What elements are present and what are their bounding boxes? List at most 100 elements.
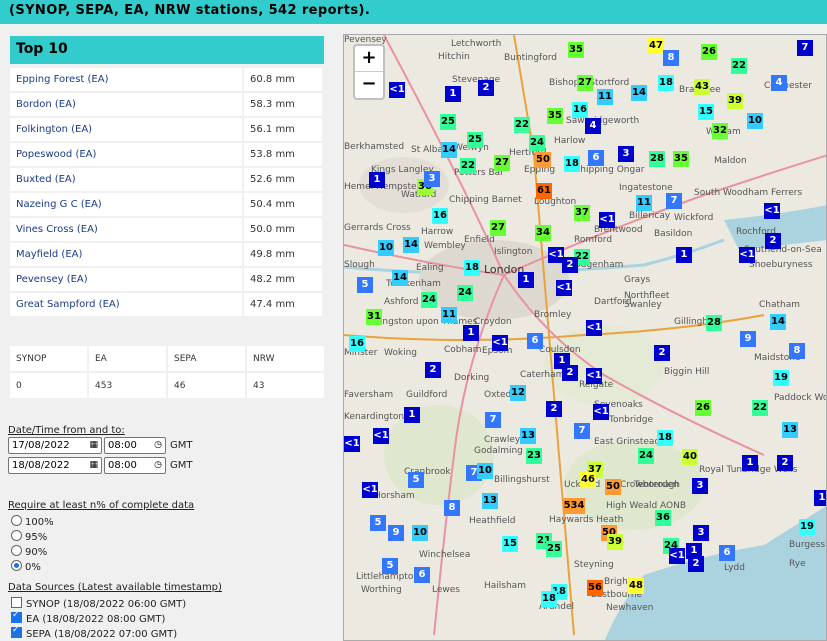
rainfall-marker[interactable]: 8	[663, 50, 679, 66]
rainfall-marker[interactable]: 23	[526, 448, 542, 464]
clock-icon[interactable]: ◷	[154, 460, 162, 470]
station-name[interactable]: Popeswood (EA)	[10, 143, 242, 166]
rainfall-marker[interactable]: 3	[693, 525, 709, 541]
station-name[interactable]: Folkington (EA)	[10, 118, 242, 141]
rainfall-marker[interactable]: 28	[706, 315, 722, 331]
rainfall-marker[interactable]: <1	[362, 482, 378, 498]
rainfall-marker[interactable]: 35	[673, 151, 689, 167]
rainfall-marker[interactable]: <1	[593, 404, 609, 420]
rainfall-marker[interactable]: 50	[535, 152, 551, 168]
station-name[interactable]: Buxted (EA)	[10, 168, 242, 191]
station-name[interactable]: Mayfield (EA)	[10, 243, 242, 266]
source-option[interactable]: EA (18/08/2022 08:00 GMT)	[11, 610, 165, 625]
rainfall-marker[interactable]: <1	[344, 436, 360, 452]
rainfall-marker[interactable]: <1	[389, 82, 405, 98]
rainfall-marker[interactable]: <1	[586, 320, 602, 336]
rainfall-marker[interactable]: 31	[366, 309, 382, 325]
radio-button[interactable]	[11, 545, 22, 556]
to-time-input[interactable]: 08:00 ◷	[104, 457, 166, 474]
calendar-icon[interactable]: ▦	[89, 460, 98, 470]
rainfall-marker[interactable]: <1	[739, 247, 755, 263]
rainfall-marker[interactable]: 25	[440, 114, 456, 130]
rainfall-marker[interactable]: 16	[349, 336, 365, 352]
rainfall-marker[interactable]: 22	[731, 58, 747, 74]
rainfall-marker[interactable]: 34	[535, 225, 551, 241]
station-name[interactable]: Great Sampford (EA)	[10, 293, 242, 316]
rainfall-marker[interactable]: 48	[628, 578, 644, 594]
rainfall-marker[interactable]: 5	[357, 277, 373, 293]
station-name[interactable]: Vines Cross (EA)	[10, 218, 242, 241]
to-date-input[interactable]: 18/08/2022 ▦	[8, 457, 102, 474]
rainfall-marker[interactable]: 13	[782, 422, 798, 438]
rainfall-marker[interactable]: 11	[597, 89, 613, 105]
rainfall-marker[interactable]: 19	[799, 519, 815, 535]
rainfall-marker[interactable]: 7	[574, 423, 590, 439]
rainfall-marker[interactable]: 2	[765, 233, 781, 249]
rainfall-marker[interactable]: 5	[382, 558, 398, 574]
rainfall-marker[interactable]: 4	[585, 118, 601, 134]
rainfall-marker[interactable]: 16	[572, 102, 588, 118]
rainfall-marker[interactable]: 39	[727, 93, 743, 109]
rainfall-marker[interactable]: 50	[605, 479, 621, 495]
rainfall-marker[interactable]: 26	[701, 44, 717, 60]
rainfall-marker[interactable]: 19	[773, 370, 789, 386]
rainfall-marker[interactable]: 28	[649, 151, 665, 167]
rainfall-marker[interactable]: 22	[514, 117, 530, 133]
zoom-out-button[interactable]: −	[355, 72, 383, 97]
source-option[interactable]: SYNOP (18/08/2022 06:00 GMT)	[11, 597, 186, 610]
rainfall-marker[interactable]: 13	[520, 428, 536, 444]
rainfall-marker[interactable]: 11	[636, 195, 652, 211]
rainfall-marker[interactable]: 1	[445, 86, 461, 102]
rainfall-marker[interactable]: 2	[654, 345, 670, 361]
rainfall-marker[interactable]: 6	[527, 333, 543, 349]
rainfall-marker[interactable]: 6	[414, 567, 430, 583]
rainfall-marker[interactable]: 7	[666, 193, 682, 209]
rainfall-marker[interactable]: 61	[536, 183, 552, 199]
rainfall-marker[interactable]: 8	[789, 343, 805, 359]
from-date-input[interactable]: 17/08/2022 ▦	[8, 437, 102, 454]
rainfall-marker[interactable]: 14	[631, 85, 647, 101]
source-option[interactable]: SEPA (18/08/2022 07:00 GMT)	[11, 625, 177, 640]
rainfall-marker[interactable]: 25	[546, 541, 562, 557]
rainfall-marker[interactable]: 534	[563, 498, 585, 514]
rainfall-marker[interactable]: 14	[441, 142, 457, 158]
rainfall-marker[interactable]: 56	[587, 580, 603, 596]
station-name[interactable]: Epping Forest (EA)	[10, 68, 242, 91]
rainfall-marker[interactable]: 32	[712, 123, 728, 139]
rainfall-marker[interactable]: 18	[564, 156, 580, 172]
rainfall-marker[interactable]: 3	[692, 478, 708, 494]
rainfall-marker[interactable]: 10	[747, 113, 763, 129]
rainfall-marker[interactable]: 3	[618, 146, 634, 162]
rainfall-marker[interactable]: 18	[464, 260, 480, 276]
rainfall-marker[interactable]: 13	[482, 493, 498, 509]
rainfall-marker[interactable]: 8	[444, 500, 460, 516]
rainfall-marker[interactable]: 24	[638, 448, 654, 464]
rainfall-marker[interactable]: 27	[490, 220, 506, 236]
rainfall-marker[interactable]: 10	[412, 525, 428, 541]
rainfall-marker[interactable]: 2	[562, 257, 578, 273]
rainfall-marker[interactable]: 18	[541, 591, 557, 607]
rainfall-marker[interactable]: 43	[694, 79, 710, 95]
rainfall-marker[interactable]: 9	[740, 331, 756, 347]
rainfall-marker[interactable]: 10	[378, 240, 394, 256]
checkbox[interactable]	[11, 625, 22, 638]
from-time-input[interactable]: 08:00 ◷	[104, 437, 166, 454]
rainfall-marker[interactable]: 2	[478, 80, 494, 96]
rainfall-marker[interactable]: 3	[424, 171, 440, 187]
rainfall-marker[interactable]: 6	[719, 545, 735, 561]
rainfall-marker[interactable]: <1	[764, 203, 780, 219]
rainfall-marker[interactable]: 2	[688, 556, 704, 572]
rainfall-marker[interactable]: 36	[655, 510, 671, 526]
radio-button[interactable]	[11, 560, 22, 571]
rainfall-marker[interactable]: 14	[403, 237, 419, 253]
rainfall-marker[interactable]: 35	[568, 42, 584, 58]
radio-button[interactable]	[11, 515, 22, 526]
rainfall-marker[interactable]: 39	[607, 534, 623, 550]
rainfall-marker[interactable]: 24	[421, 292, 437, 308]
rainfall-marker[interactable]: 22	[460, 158, 476, 174]
station-name[interactable]: Nazeing G C (EA)	[10, 193, 242, 216]
rainfall-marker[interactable]: <1	[586, 368, 602, 384]
checkbox[interactable]	[11, 597, 22, 608]
calendar-icon[interactable]: ▦	[89, 440, 98, 450]
rainfall-marker[interactable]: <1	[556, 280, 572, 296]
